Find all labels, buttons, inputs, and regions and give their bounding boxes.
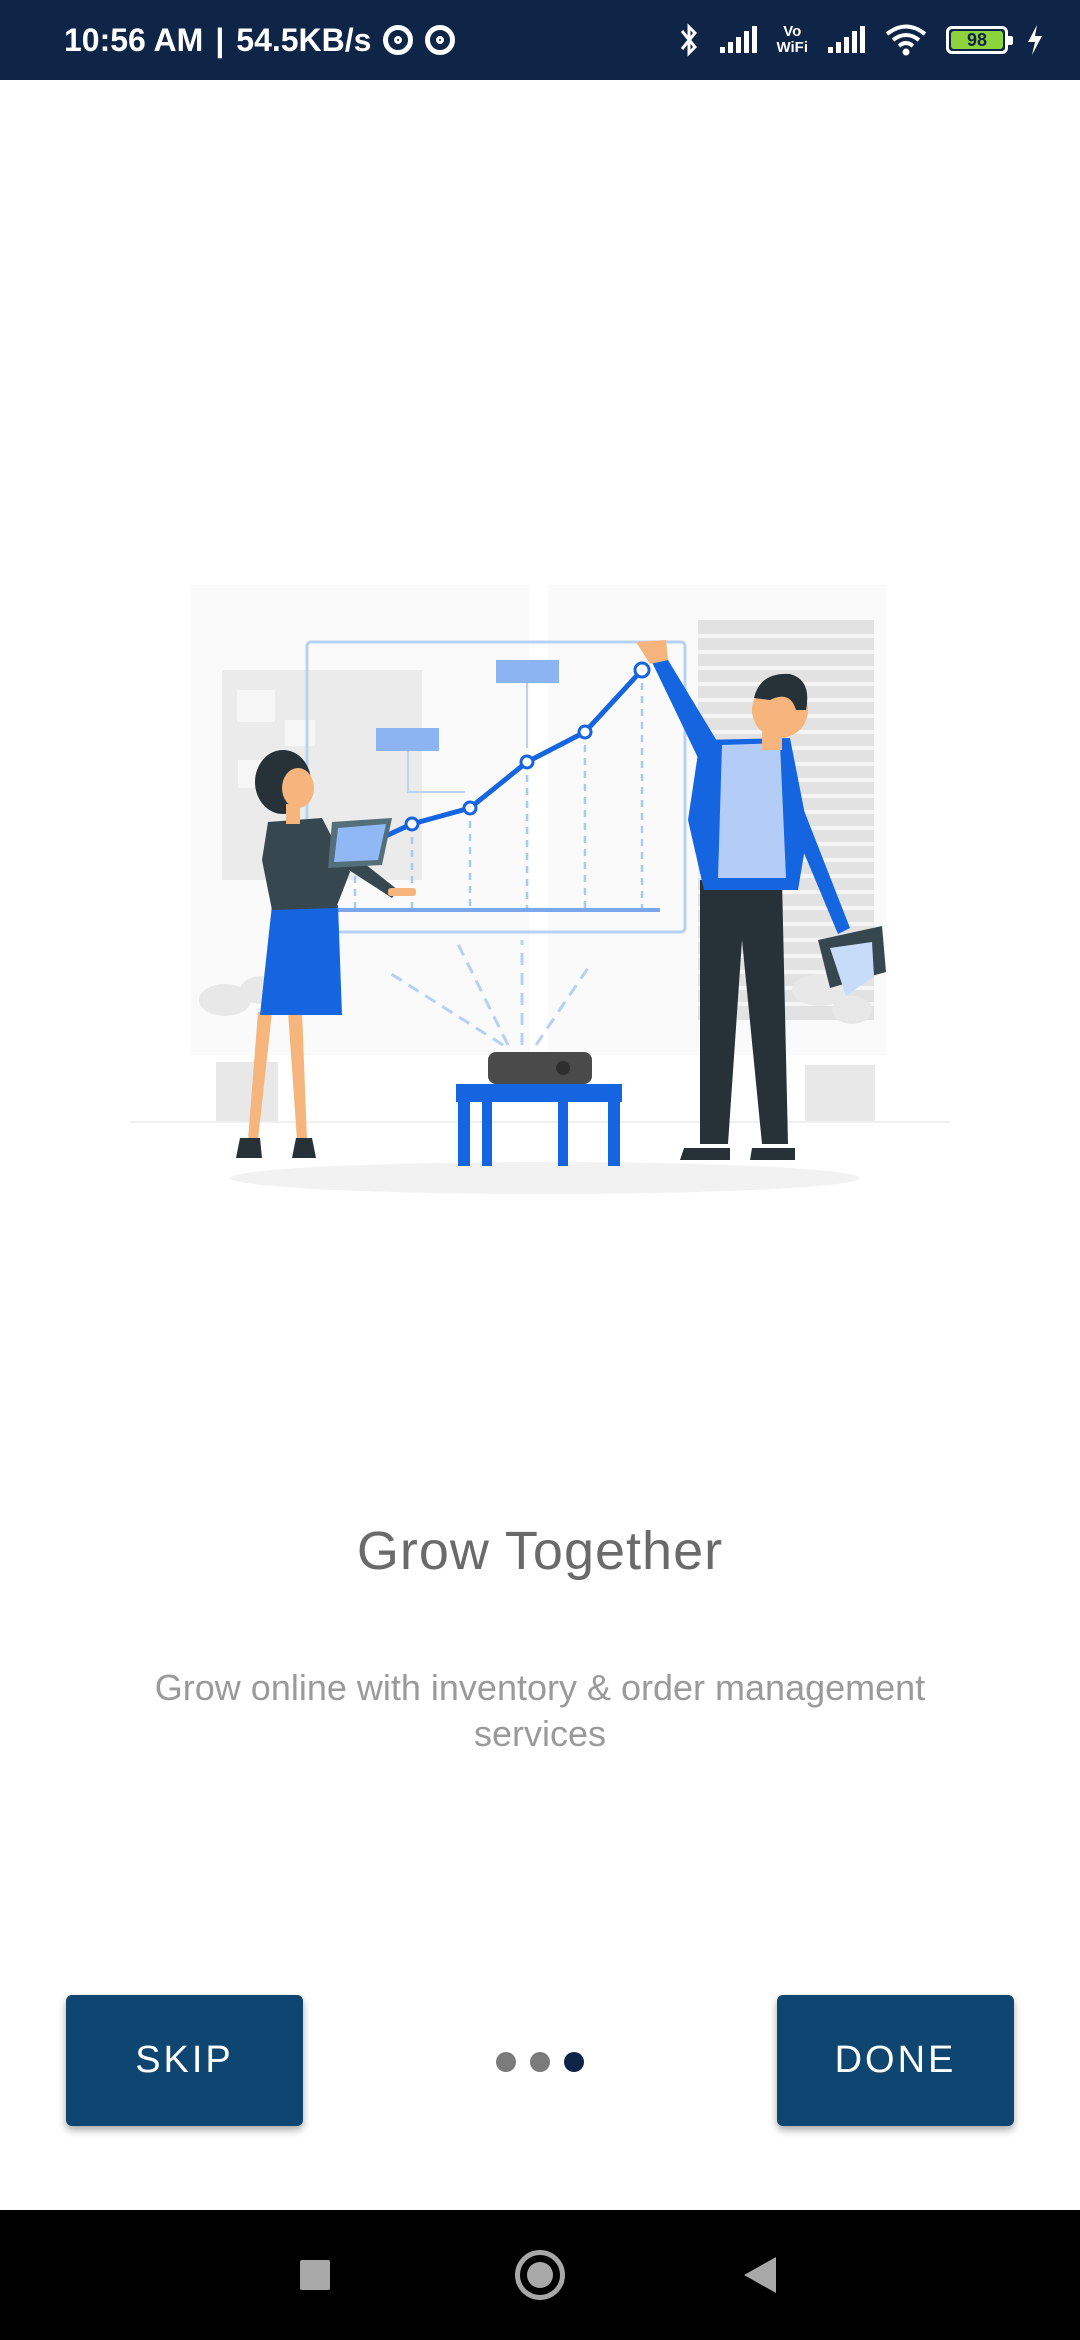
projector-table [456, 1084, 622, 1166]
bluetooth-icon [681, 23, 698, 57]
network-speed: 54.5KB/s [236, 21, 372, 58]
skip-button[interactable]: SKIP [66, 1995, 303, 2126]
vowifi-icon: Vo WiFi [776, 24, 808, 56]
business-growth-illustration [130, 585, 950, 1194]
status-time: 10:56 AM [64, 21, 204, 58]
battery-level: 98 [966, 30, 988, 50]
back-icon[interactable] [744, 2257, 776, 2293]
done-button[interactable]: DONE [777, 1995, 1014, 2126]
vowifi-top: Vo [783, 23, 802, 40]
bg-note [237, 690, 275, 722]
bg-note [285, 720, 315, 746]
at-sign-icon [425, 25, 456, 55]
wifi-icon [885, 24, 927, 56]
status-bar: 10:56 AM | 54.5KB/s Vo WiFi 98 [0, 0, 1080, 80]
signal-icon [828, 26, 865, 53]
charging-icon [1028, 25, 1042, 55]
status-left: 10:56 AM | 54.5KB/s [64, 0, 456, 80]
signal-icon [720, 26, 758, 53]
status-right: Vo WiFi 98 [678, 0, 1044, 80]
page-indicator [496, 2052, 584, 2072]
battery-icon: 98 [946, 26, 1013, 54]
onboarding-description: Grow online with inventory & order manag… [154, 1667, 926, 1754]
page-dot[interactable] [530, 2052, 550, 2072]
vowifi-bottom: WiFi [776, 39, 808, 56]
recent-apps-icon[interactable] [300, 2260, 330, 2290]
home-icon[interactable] [515, 2250, 565, 2300]
floor-shadow [230, 1162, 860, 1194]
navigation-bar [0, 2210, 1080, 2340]
status-separator: | [215, 21, 225, 58]
page-dot[interactable] [496, 2052, 516, 2072]
page-dot-active[interactable] [564, 2052, 584, 2072]
at-sign-icon [383, 25, 414, 55]
onboarding-title: Grow Together [356, 1521, 724, 1581]
projector [488, 1052, 592, 1084]
